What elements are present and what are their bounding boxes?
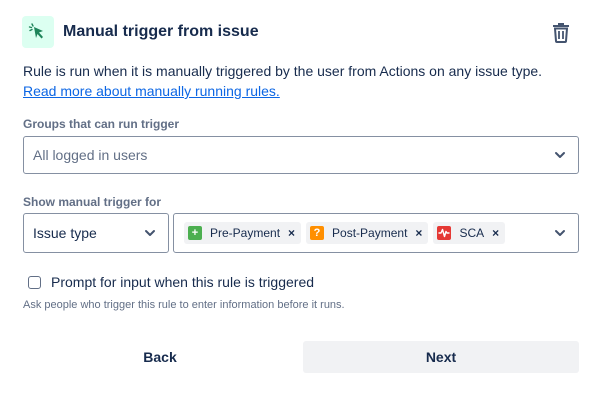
pulse-icon (437, 226, 452, 240)
page-title: Manual trigger from issue (63, 23, 259, 40)
tag-label: Post-Payment (332, 226, 408, 240)
show-trigger-label: Show manual trigger for (23, 195, 162, 209)
issue-type-tag-post-payment: ? Post-Payment × (306, 222, 429, 244)
chevron-down-icon (555, 230, 565, 236)
remove-tag-button[interactable]: × (415, 226, 422, 240)
prompt-input-row: Prompt for input when this rule is trigg… (28, 273, 314, 291)
issue-types-select[interactable]: + Pre-Payment × ? Post-Payment × SCA × (173, 213, 579, 253)
prompt-input-label[interactable]: Prompt for input when this rule is trigg… (51, 274, 314, 290)
tag-label: Pre-Payment (210, 226, 281, 240)
issue-type-tag-sca: SCA × (433, 222, 506, 244)
plus-icon: + (188, 226, 202, 240)
show-for-type-select[interactable]: Issue type (23, 213, 169, 253)
issue-type-tag-pre-payment: + Pre-Payment × (184, 222, 302, 244)
trash-icon[interactable] (549, 18, 573, 46)
remove-tag-button[interactable]: × (492, 226, 499, 240)
chevron-down-icon (145, 230, 155, 236)
read-more-link[interactable]: Read more about manually running rules. (23, 83, 280, 99)
question-icon: ? (310, 226, 325, 240)
remove-tag-button[interactable]: × (288, 226, 295, 240)
prompt-helper-text: Ask people who trigger this rule to ente… (23, 299, 345, 311)
groups-select-value: All logged in users (33, 147, 148, 163)
groups-label: Groups that can run trigger (23, 117, 180, 131)
groups-select[interactable]: All logged in users (23, 136, 579, 174)
header: Manual trigger from issue (22, 16, 578, 48)
cursor-click-icon (22, 16, 54, 48)
tag-label: SCA (459, 226, 485, 240)
type-select-value: Issue type (33, 225, 97, 241)
back-button[interactable]: Back (22, 341, 298, 373)
next-button[interactable]: Next (303, 341, 579, 373)
chevron-down-icon (555, 152, 565, 158)
prompt-input-checkbox[interactable] (28, 275, 41, 289)
rule-description: Rule is run when it is manually triggere… (23, 63, 543, 79)
